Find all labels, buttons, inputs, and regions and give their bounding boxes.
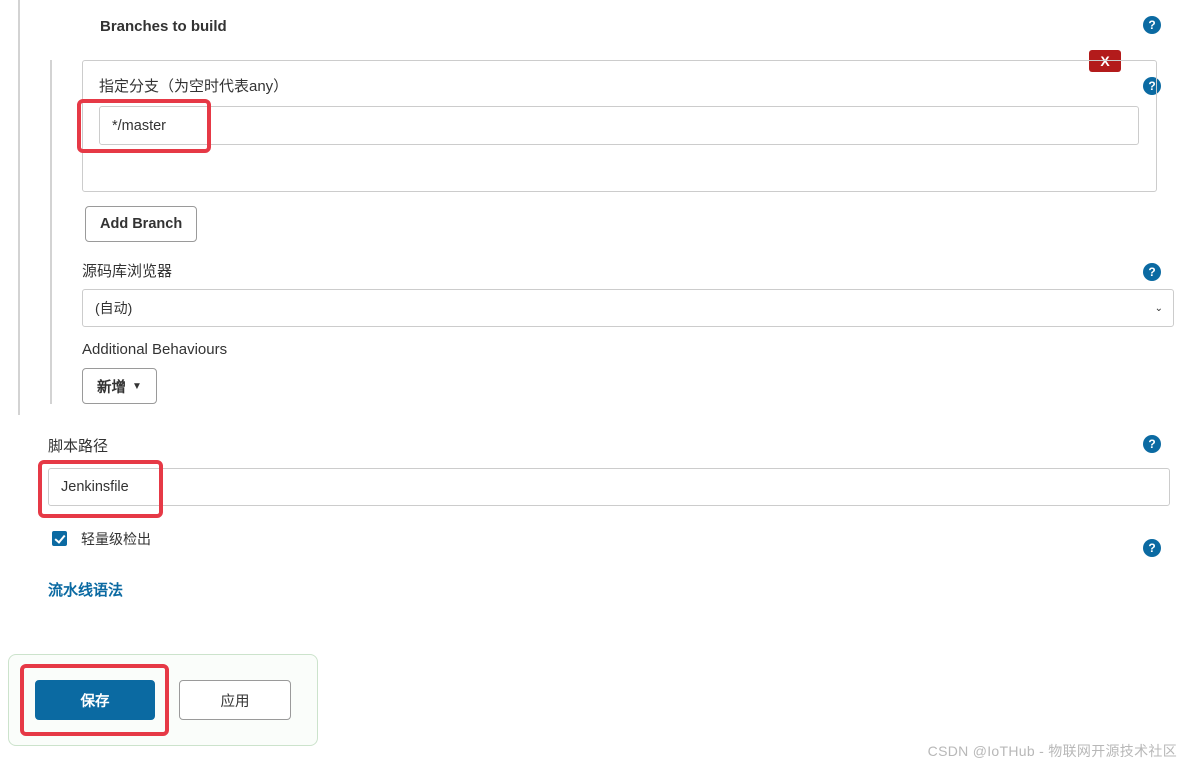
help-icon[interactable]: ? (1143, 435, 1161, 453)
additional-behaviours-label: Additional Behaviours (82, 341, 1191, 358)
save-button[interactable]: 保存 (35, 680, 155, 720)
help-icon[interactable]: ? (1143, 263, 1161, 281)
scm-config-panel: Branches to build ? X ? 指定分支（为空时代表any） A… (18, 0, 1191, 415)
additional-behaviours-row: Additional Behaviours 新增 ▼ (82, 341, 1191, 404)
branch-specifier-box: 指定分支（为空时代表any） (82, 60, 1157, 192)
branches-to-build-title: Branches to build (100, 18, 227, 35)
script-path-section: ? 脚本路径 轻量级检出 ? 流水线语法 (48, 435, 1191, 600)
chevron-down-icon: ⌄ (1155, 303, 1163, 314)
add-behaviour-button[interactable]: 新增 ▼ (82, 368, 157, 404)
lightweight-checkout-row: 轻量级检出 ? (48, 528, 1191, 549)
chevron-down-icon: ▼ (132, 381, 142, 392)
apply-button[interactable]: 应用 (179, 680, 291, 720)
repo-browser-label: 源码库浏览器 (82, 263, 172, 280)
pipeline-syntax-link[interactable]: 流水线语法 (48, 582, 123, 599)
repo-browser-selected: (自动) (95, 298, 132, 318)
lightweight-checkout-checkbox[interactable] (52, 531, 67, 546)
script-path-label: 脚本路径 (48, 435, 1191, 456)
watermark-text: CSDN @IoTHub - 物联网开源技术社区 (928, 741, 1177, 761)
add-branch-button[interactable]: Add Branch (85, 206, 197, 242)
lightweight-checkout-label: 轻量级检出 (81, 529, 151, 549)
repo-browser-select[interactable]: (自动) ⌄ (82, 289, 1174, 327)
add-behaviour-label: 新增 (97, 376, 126, 397)
help-icon[interactable]: ? (1143, 16, 1161, 34)
branches-inner-panel: ? 指定分支（为空时代表any） Add Branch 源码库浏览器 ? (自动… (50, 60, 1191, 404)
action-bar: 保存 应用 (8, 654, 318, 746)
branch-specifier-label: 指定分支（为空时代表any） (99, 75, 1140, 96)
script-path-input[interactable] (48, 468, 1170, 506)
help-icon[interactable]: ? (1143, 539, 1161, 557)
repo-browser-row: 源码库浏览器 ? (自动) ⌄ (82, 260, 1191, 327)
branch-specifier-input[interactable] (99, 106, 1139, 145)
